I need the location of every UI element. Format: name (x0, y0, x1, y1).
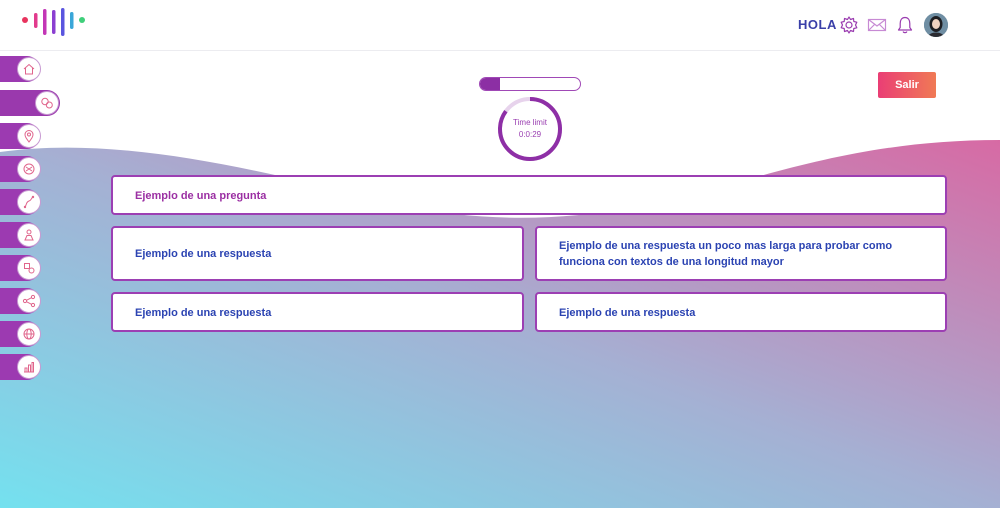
answer-text: Ejemplo de una respuesta (135, 248, 272, 260)
sidebar-item-home[interactable] (0, 56, 41, 82)
answer-option-3[interactable]: Ejemplo de una respuesta (111, 292, 524, 332)
timer-ring (498, 97, 562, 161)
palette-icon (23, 163, 35, 175)
bell-icon[interactable] (895, 15, 915, 35)
sidebar-item-location[interactable] (0, 123, 41, 149)
sidebar-item-globe[interactable] (0, 321, 41, 347)
globe-icon (23, 328, 35, 340)
exit-button[interactable]: Salir (878, 72, 936, 98)
chart-icon (24, 362, 34, 373)
sidebar-item-route[interactable] (0, 189, 41, 215)
sidebar-item-palette[interactable] (0, 156, 41, 182)
answer-option-4[interactable]: Ejemplo de una respuesta (535, 292, 947, 332)
chat-icon (41, 97, 53, 109)
greeting-label: HOLA (798, 17, 837, 32)
answer-option-1[interactable]: Ejemplo de una respuesta (111, 226, 524, 281)
route-icon (23, 195, 35, 209)
answer-text: Ejemplo de una respuesta (135, 307, 272, 319)
mail-icon[interactable] (867, 15, 887, 35)
question-card: Ejemplo de una pregunta (111, 175, 947, 215)
logo-icon (22, 8, 85, 36)
timer-label: Time limit (513, 118, 547, 127)
quiz-progress-fill (480, 78, 500, 90)
avatar[interactable] (924, 13, 948, 37)
answer-text: Ejemplo de una respuesta (559, 307, 696, 319)
person-icon (24, 229, 34, 241)
quiz-progress-bar (479, 77, 581, 91)
home-icon (23, 63, 35, 75)
top-header: HOLA (0, 0, 1000, 51)
question-text: Ejemplo de una pregunta (135, 190, 267, 202)
shapes-icon (24, 263, 35, 274)
answer-text: Ejemplo de una respuesta un poco mas lar… (559, 240, 893, 268)
sidebar-item-shapes[interactable] (0, 255, 41, 281)
sidebar-item-share[interactable] (0, 288, 41, 314)
answer-option-2[interactable]: Ejemplo de una respuesta un poco mas lar… (535, 226, 947, 281)
sidebar-item-chat[interactable] (0, 90, 60, 116)
share-icon (22, 294, 36, 308)
sidebar-item-person[interactable] (0, 222, 41, 248)
settings-icon[interactable] (839, 15, 859, 35)
sidebar-item-chart[interactable] (0, 354, 41, 380)
location-icon (24, 130, 34, 143)
timer-value: 0:0:29 (518, 130, 542, 139)
